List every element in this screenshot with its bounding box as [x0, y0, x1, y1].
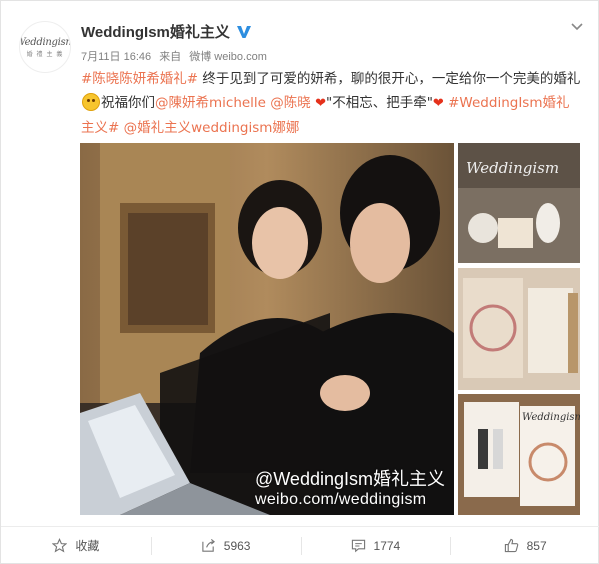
- favorite-button[interactable]: 收藏: [1, 527, 151, 564]
- post-text-segment-1: 终于见到了可爱的妍希，聊的很开心，一定给你一个完美的婚礼: [198, 71, 581, 87]
- favorite-label: 收藏: [75, 539, 100, 553]
- weibo-post-card: Weddingism 婚 禮 主 義 WeddingIsm婚礼主义 7月11日 …: [0, 0, 599, 564]
- avatar[interactable]: Weddingism 婚 禮 主 義: [19, 21, 71, 73]
- avatar-logo-cn: 婚 禮 主 義: [26, 50, 64, 58]
- photo-watermark: @WeddingIsm婚礼主义 weibo.com/weddingism: [255, 465, 445, 509]
- mention-michelle[interactable]: @陳妍希michelle: [155, 95, 266, 111]
- photo-two-women-laptop: [80, 143, 454, 515]
- post-meta: 7月11日 16:46 来自 微博 weibo.com: [81, 48, 272, 64]
- heart-emoji-icon: ❤: [315, 96, 326, 111]
- source-prefix: 来自: [159, 51, 182, 63]
- thumb3-logo: Weddingism: [522, 412, 580, 423]
- mention-nana[interactable]: @婚礼主义weddingism娜娜: [124, 120, 300, 136]
- verified-badge-icon[interactable]: [236, 24, 252, 40]
- smile-emoji-icon: [82, 93, 100, 111]
- comment-icon: [351, 539, 365, 553]
- action-bar: 收藏 5963 1774 857: [1, 526, 599, 564]
- heart-emoji-icon-2: ❤: [432, 96, 444, 111]
- main-photo[interactable]: @WeddingIsm婚礼主义 weibo.com/weddingism: [80, 143, 454, 515]
- share-button[interactable]: 5963: [150, 527, 301, 564]
- thumbnail-2[interactable]: [458, 268, 580, 390]
- username-row: WeddingIsm婚礼主义: [81, 21, 252, 42]
- watermark-line2: weibo.com/weddingism: [255, 491, 427, 508]
- mention-chenxiao[interactable]: @陈晓: [270, 95, 311, 111]
- post-text: #陈晓陈妍希婚礼# 终于见到了可爱的妍希，聊的很开心，一定给你一个完美的婚礼祝福…: [81, 67, 581, 140]
- chevron-down-icon[interactable]: [570, 19, 584, 33]
- watermark-line1: @WeddingIsm婚礼主义: [255, 469, 445, 489]
- post-date[interactable]: 7月11日 16:46: [81, 51, 151, 63]
- thumbnail-3[interactable]: Weddingism: [458, 394, 580, 515]
- thumb1-logo: Weddingism: [466, 159, 559, 177]
- share-count: 5963: [223, 538, 251, 553]
- comment-count: 1774: [373, 538, 401, 553]
- post-text-segment-2: 祝福你们: [101, 95, 155, 111]
- username-link[interactable]: WeddingIsm婚礼主义: [81, 21, 230, 42]
- post-source[interactable]: 微博 weibo.com: [189, 51, 267, 63]
- comment-button[interactable]: 1774: [300, 527, 451, 564]
- avatar-logo-text: Weddingism: [20, 36, 70, 48]
- share-icon: [202, 538, 215, 552]
- star-icon: [52, 538, 68, 553]
- thumbnail-1[interactable]: Weddingism: [458, 143, 580, 263]
- like-icon: [504, 538, 518, 553]
- post-quote: "不相忘、把手牵": [326, 95, 433, 111]
- hashtag-wedding[interactable]: #陈晓陈妍希婚礼#: [81, 71, 198, 87]
- like-count: 857: [526, 538, 547, 553]
- like-button[interactable]: 857: [450, 527, 599, 564]
